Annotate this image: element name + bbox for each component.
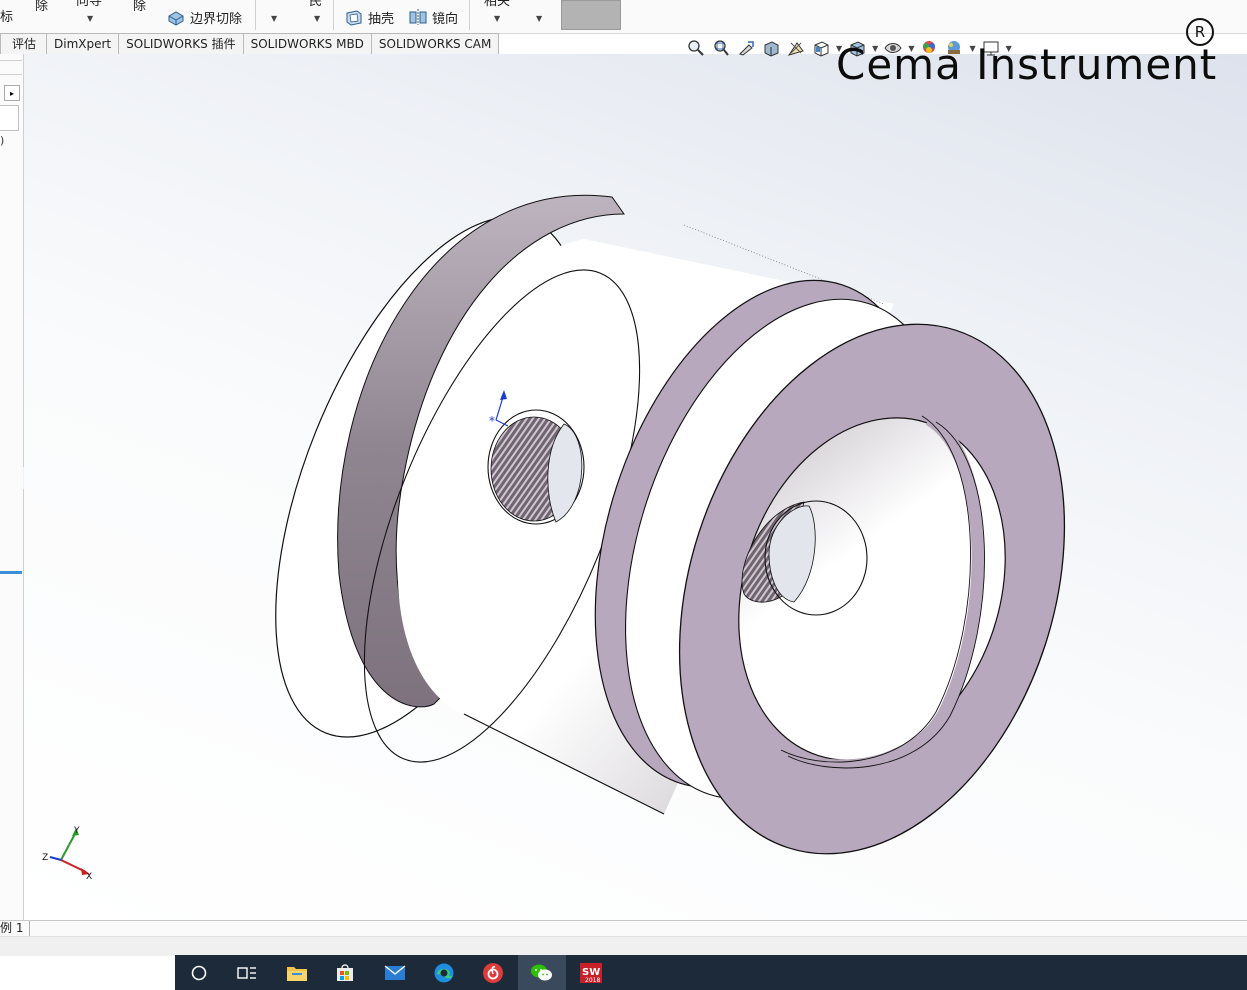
shell-icon [346,10,362,26]
windows-taskbar: SW 2018 [175,955,1247,990]
model-tab[interactable]: 例 1 [0,921,31,936]
section-view-icon[interactable] [761,38,781,58]
toolbar-fragment: 相关 [484,0,511,9]
panel-divider [0,60,22,61]
panel-selection-bar [0,571,22,574]
tab-solidworks-cam[interactable]: SOLIDWORKS CAM [371,33,500,55]
brand-watermark: Cema Instrument [836,40,1218,89]
toolbar-fragment: 除 [133,0,147,14]
wechat-icon[interactable] [518,955,566,990]
status-strip [0,936,1247,956]
model-tab-bar: 例 1 [0,920,1247,937]
toolbar-separator [333,0,334,30]
solidworks-2018-icon[interactable]: SW 2018 [567,955,615,990]
toolbar-fragment: 除 [35,0,49,14]
dropdown-arrow-icon[interactable]: ▼ [87,14,93,23]
zoom-to-area-icon[interactable] [711,38,731,58]
part-model: * Y X Z [42,194,1066,882]
microsoft-store-icon[interactable] [321,955,369,990]
cortana-icon[interactable] [175,955,223,990]
feature-manager-panel: ▸ ) [0,54,24,920]
mirror-label: 镜向 [432,11,459,27]
tab-solidworks-addins[interactable]: SOLIDWORKS 插件 [119,33,244,55]
toolbar-gray-button[interactable] [561,0,621,30]
boundary-cut-icon [168,11,184,26]
svg-text:2018: 2018 [585,977,600,984]
dropdown-arrow-icon[interactable]: ▼ [314,14,320,23]
mail-icon[interactable] [371,955,419,990]
tab-solidworks-mbd[interactable]: SOLIDWORKS MBD [243,33,372,55]
graphics-viewport[interactable]: * Y X Z [24,54,1247,920]
panel-field[interactable] [0,105,19,131]
mirror-button[interactable]: 镜向 [408,6,458,28]
triad-y-label: Y [73,826,80,836]
edge-icon[interactable] [420,955,468,990]
dropdown-arrow-icon[interactable]: ▼ [494,14,500,23]
tab-dimxpert[interactable]: DimXpert [47,33,120,55]
toolbar-fragment: 标 [0,10,14,25]
command-manager-toolbar: 标 除 向导 ▼ 除 边界切除 ▼ 民 ▼ 抽壳 镜向 相关 ▼ ▼ [0,0,1247,34]
shell-button[interactable]: 抽壳 [344,6,394,28]
netease-music-icon[interactable] [469,955,517,990]
tab-evaluate[interactable]: 评估 [0,33,47,55]
boundary-cut-button[interactable]: 边界切除 [166,6,242,28]
command-manager-tabs: 评估 DimXpert SOLIDWORKS 插件 SOLIDWORKS MBD… [0,33,500,55]
sketch-origin-label: * [489,414,495,428]
panel-divider [0,74,22,75]
mirror-icon [409,9,427,25]
task-view-icon[interactable] [223,955,271,990]
triad-x-label: X [86,872,92,882]
triad-z-label: Z [42,853,48,863]
zoom-to-fit-icon[interactable] [686,38,706,58]
boundary-cut-label: 边界切除 [190,11,243,27]
file-explorer-icon[interactable] [273,955,321,990]
panel-expand-arrow-icon[interactable]: ▸ [4,85,20,101]
view-triad: Y X Z [42,826,92,882]
dropdown-arrow-icon[interactable]: ▼ [271,14,277,23]
view-orientation-icon[interactable] [811,38,831,58]
panel-text: ) [0,134,5,147]
toolbar-fragment: 向导 [76,0,103,9]
dynamic-annotation-icon[interactable] [786,38,806,58]
registered-mark: R [1186,18,1214,46]
shell-label: 抽壳 [368,11,395,27]
toolbar-separator [255,0,256,30]
dropdown-arrow-icon[interactable]: ▼ [536,14,542,23]
toolbar-fragment: 民 [309,0,323,9]
previous-view-icon[interactable] [736,38,756,58]
toolbar-separator [469,0,470,30]
